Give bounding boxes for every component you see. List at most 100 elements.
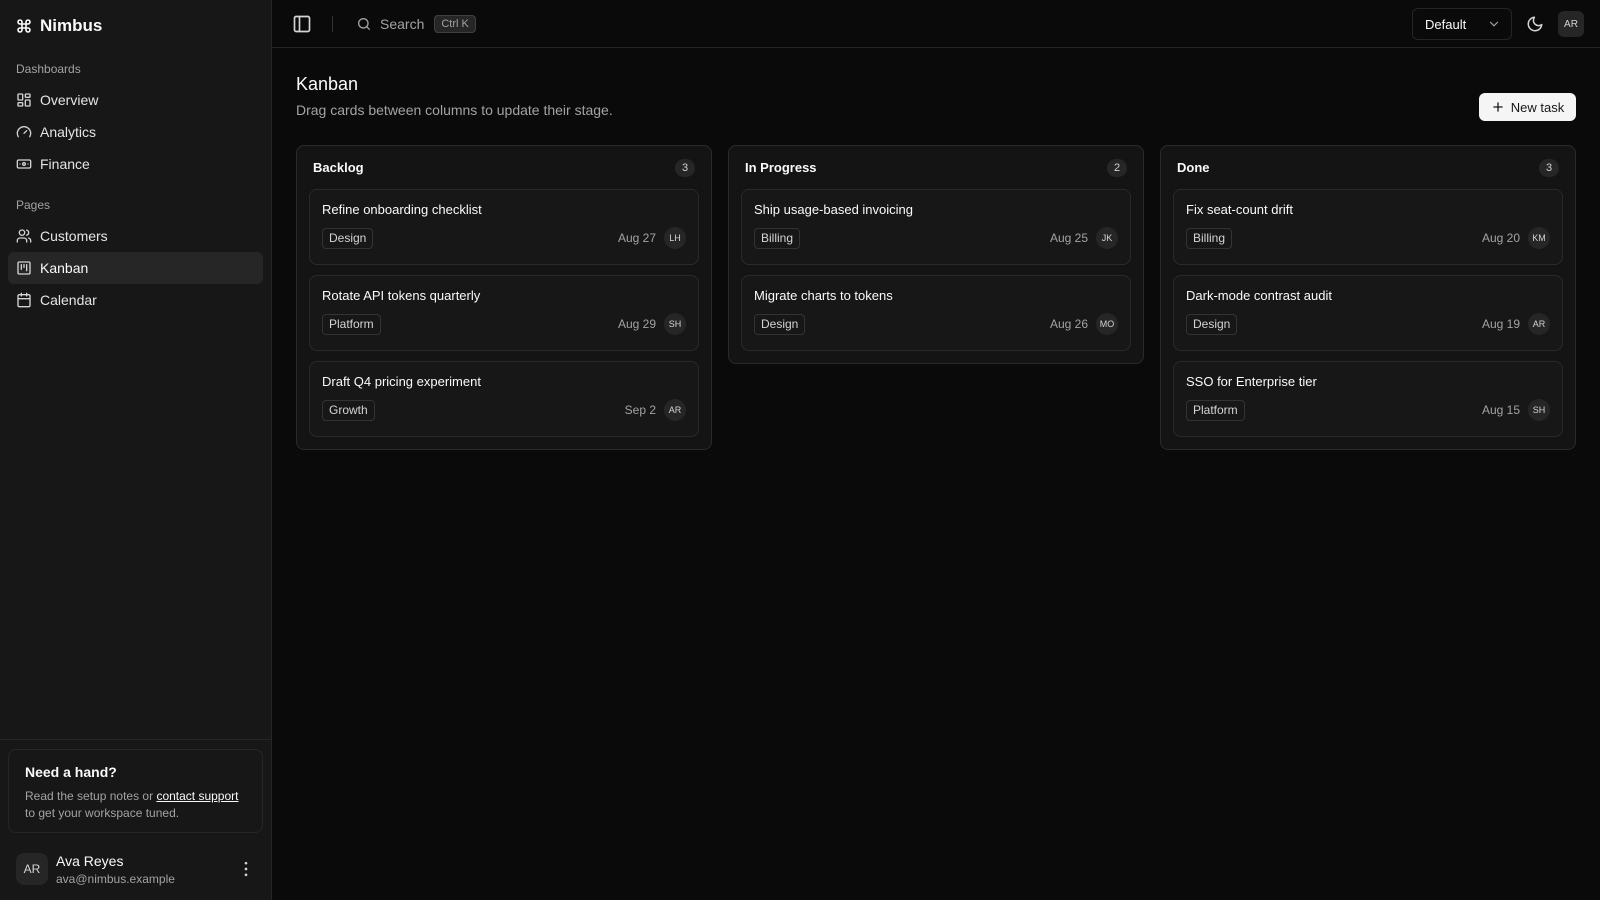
brand-name: Nimbus	[40, 16, 103, 35]
kanban-card[interactable]: Rotate API tokens quarterly Platform Aug…	[309, 275, 699, 351]
column-title: In Progress	[745, 160, 817, 175]
card-tag: Billing	[754, 227, 801, 249]
card-due-date: Aug 15	[1481, 403, 1520, 417]
column-count-badge: 2	[1107, 158, 1127, 177]
gauge-icon	[16, 126, 32, 138]
card-title: SSO for Enterprise tier	[1186, 374, 1317, 389]
search-shortcut: Ctrl K	[434, 15, 476, 33]
chevron-down-icon	[1489, 21, 1499, 27]
command-icon	[17, 19, 31, 33]
card-due-date: Aug 19	[1481, 317, 1520, 331]
user-profile[interactable]: AR Ava Reyes ava@nimbus.example	[16, 849, 256, 889]
sidebar-item-label: Overview	[40, 92, 99, 108]
kanban-card[interactable]: Draft Q4 pricing experiment Growth Sep 2…	[309, 361, 699, 437]
kanban-card[interactable]: Migrate charts to tokens Design Aug 26 M…	[741, 275, 1131, 351]
card-title: Ship usage-based invoicing	[754, 202, 913, 217]
help-card: Need a hand? Read the setup notes or con…	[8, 749, 263, 833]
card-tag: Design	[754, 313, 806, 335]
search-label: Search	[380, 16, 425, 32]
card-title: Migrate charts to tokens	[754, 288, 893, 303]
users-icon	[16, 229, 32, 243]
nav-group-dashboards: Dashboards	[16, 62, 81, 76]
assignee-avatar: JK	[1096, 227, 1118, 249]
sidebar-footer: Need a hand? Read the setup notes or con…	[0, 739, 271, 900]
sidebar-item-analytics[interactable]: Analytics	[8, 116, 263, 148]
moon-icon[interactable]	[1526, 15, 1544, 33]
card-tag: Design	[1186, 313, 1238, 335]
plus-icon	[1493, 102, 1503, 112]
theme-select[interactable]: Default	[1412, 8, 1512, 40]
column-count-badge: 3	[675, 158, 695, 177]
more-vertical-icon[interactable]	[236, 859, 256, 879]
sidebar-item-label: Finance	[40, 156, 90, 172]
card-title: Refine onboarding checklist	[322, 202, 482, 217]
card-title: Fix seat-count drift	[1186, 202, 1293, 217]
card-tag: Platform	[1186, 399, 1245, 421]
card-due-date: Aug 26	[1049, 317, 1088, 331]
sidebar-item-finance[interactable]: Finance	[8, 148, 263, 180]
column-count-badge: 3	[1539, 158, 1559, 177]
assignee-avatar: MO	[1096, 313, 1118, 335]
column-title: Done	[1177, 160, 1210, 175]
search-button[interactable]: Search Ctrl K	[356, 12, 476, 36]
calendar-icon	[17, 292, 31, 308]
assignee-avatar: AR	[664, 399, 686, 421]
card-title: Draft Q4 pricing experiment	[322, 374, 481, 389]
kanban-column-backlog: Backlog 3 Refine onboarding checklist De…	[296, 145, 712, 450]
sidebar: Nimbus Dashboards Overview Analytics Fin…	[0, 0, 272, 900]
nav-group-pages: Pages	[16, 198, 51, 212]
card-tag: Platform	[322, 313, 381, 335]
header-avatar[interactable]: AR	[1558, 11, 1584, 37]
sidebar-item-label: Analytics	[40, 124, 97, 140]
kanban-card[interactable]: SSO for Enterprise tier Platform Aug 15 …	[1173, 361, 1563, 437]
card-due-date: Aug 20	[1481, 231, 1520, 245]
sidebar-item-customers[interactable]: Customers	[8, 220, 263, 252]
kanban-column-done: Done 3 Fix seat-count drift Billing Aug …	[1160, 145, 1576, 450]
kanban-column-in-progress: In Progress 2 Ship usage-based invoicing…	[728, 145, 1144, 364]
sidebar-item-kanban[interactable]: Kanban	[8, 252, 263, 284]
card-due-date: Aug 27	[617, 231, 656, 245]
search-icon	[358, 18, 370, 30]
help-title: Need a hand?	[25, 764, 117, 780]
assignee-avatar: KM	[1528, 227, 1550, 249]
sidebar-item-label: Customers	[40, 228, 108, 244]
card-tag: Billing	[1186, 227, 1233, 249]
card-tag: Design	[322, 227, 374, 249]
assignee-avatar: SH	[664, 313, 686, 335]
card-due-date: Aug 29	[617, 317, 656, 331]
grid-icon	[17, 93, 31, 107]
panel-left-icon[interactable]	[292, 14, 312, 34]
sidebar-item-overview[interactable]: Overview	[8, 84, 263, 116]
kanban-icon	[17, 261, 31, 275]
assignee-avatar: AR	[1528, 313, 1550, 335]
sidebar-item-calendar[interactable]: Calendar	[8, 284, 263, 316]
avatar: AR	[16, 853, 48, 885]
assignee-avatar: SH	[1528, 399, 1550, 421]
assignee-avatar: LH	[664, 227, 686, 249]
kanban-card[interactable]: Ship usage-based invoicing Billing Aug 2…	[741, 189, 1131, 265]
card-due-date: Aug 25	[1049, 231, 1088, 245]
page-title: Kanban	[296, 74, 359, 94]
help-text: Read the setup notes or contact support …	[25, 788, 246, 822]
header-divider	[332, 16, 333, 32]
card-title: Dark-mode contrast audit	[1186, 288, 1332, 303]
new-task-button[interactable]: New task	[1479, 93, 1576, 121]
page-subtitle: Drag cards between columns to update the…	[296, 102, 613, 118]
card-title: Rotate API tokens quarterly	[322, 288, 481, 303]
user-email: ava@nimbus.example	[56, 871, 175, 886]
theme-select-value: Default	[1425, 16, 1467, 32]
banknote-icon	[16, 159, 32, 169]
top-bar: Search Ctrl K Default AR	[272, 0, 1600, 48]
kanban-card[interactable]: Fix seat-count drift Billing Aug 20 KM	[1173, 189, 1563, 265]
sidebar-item-label: Kanban	[40, 260, 89, 276]
help-text-before: Read the setup notes or	[25, 789, 154, 803]
contact-support-link[interactable]: contact support	[156, 789, 238, 803]
user-name: Ava Reyes	[56, 852, 124, 869]
kanban-card[interactable]: Refine onboarding checklist Design Aug 2…	[309, 189, 699, 265]
new-task-label: New task	[1510, 99, 1565, 115]
column-title: Backlog	[313, 160, 364, 175]
card-due-date: Sep 2	[624, 403, 656, 417]
card-tag: Growth	[322, 399, 375, 421]
brand[interactable]: Nimbus	[16, 14, 102, 38]
kanban-card[interactable]: Dark-mode contrast audit Design Aug 19 A…	[1173, 275, 1563, 351]
